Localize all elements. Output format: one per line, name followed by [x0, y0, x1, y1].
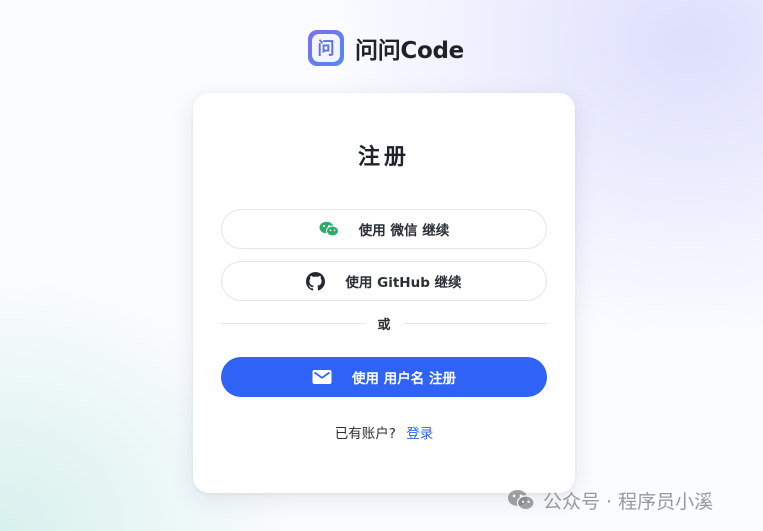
page-title: 注册: [357, 145, 410, 170]
or-divider: 或: [221, 313, 548, 333]
wenwen-logo-icon: 问: [308, 30, 344, 66]
divider-text: 或: [377, 317, 391, 333]
wechat-continue-button[interactable]: 使用 微信 继续: [221, 209, 547, 249]
wechat-icon: [319, 221, 339, 237]
watermark-text: 公众号 · 程序员小溪: [543, 490, 714, 513]
github-continue-label: 使用 GitHub 继续: [345, 275, 462, 291]
login-link[interactable]: 登录: [406, 426, 433, 442]
login-prompt-row: 已有账户? 登录: [193, 422, 575, 442]
wechat-continue-label: 使用 微信 继续: [358, 223, 450, 239]
username-register-button[interactable]: 使用 用户名 注册: [221, 357, 547, 397]
username-register-label: 使用 用户名 注册: [352, 371, 456, 387]
divider-line-left: [221, 322, 366, 324]
svg-text:问: 问: [318, 38, 335, 59]
register-card: 注册 使用 微信 继续 使用 GitHub 继续 或 使用 用户名 注册 已有账…: [193, 93, 575, 493]
watermark: 公众号 · 程序员小溪: [507, 486, 713, 514]
mail-icon: [312, 369, 332, 385]
github-icon: [306, 271, 326, 291]
brand-header: 问 问问Code: [308, 30, 464, 66]
divider-line-right: [402, 322, 548, 324]
brand-name: 问问Code: [355, 38, 464, 64]
has-account-text: 已有账户?: [334, 426, 396, 442]
github-continue-button[interactable]: 使用 GitHub 继续: [221, 261, 547, 301]
wechat-icon: [507, 489, 535, 511]
